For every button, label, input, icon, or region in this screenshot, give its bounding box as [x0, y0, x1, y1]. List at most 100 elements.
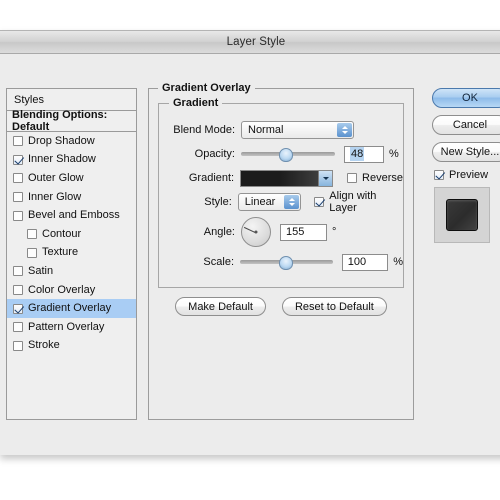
opacity-value: 48	[350, 147, 365, 161]
checkbox-icon[interactable]	[13, 285, 23, 296]
blend-mode-row: Blend Mode: Normal	[159, 118, 403, 142]
effect-row[interactable]: Contour	[7, 225, 136, 244]
opacity-slider-thumb[interactable]	[279, 148, 294, 162]
chevron-updown-icon	[284, 195, 300, 209]
opacity-label: Opacity:	[194, 148, 235, 160]
align-with-layer-checkbox[interactable]: Align with Layer	[314, 190, 403, 214]
scale-value: 100	[347, 256, 367, 268]
blending-options-label: Blending Options: Default	[12, 109, 108, 133]
checkbox-icon[interactable]	[13, 340, 23, 351]
checkbox-icon[interactable]	[13, 192, 23, 203]
opacity-input[interactable]: 48	[344, 145, 384, 163]
gradient-settings-group-title: Gradient	[169, 97, 223, 109]
effect-label: Stroke	[28, 339, 60, 352]
checkbox-icon[interactable]	[27, 229, 37, 240]
checkbox-icon[interactable]	[13, 173, 23, 184]
checkbox-icon[interactable]	[13, 266, 23, 277]
gradient-settings-group: Gradient Blend Mode: Normal Opacity: 48 …	[158, 97, 404, 288]
effect-label: Inner Glow	[28, 190, 82, 203]
effect-row[interactable]: Color Overlay	[7, 281, 136, 300]
effects-list: Drop Shadow Inner Shadow Outer Glow Inner G…	[7, 132, 136, 355]
angle-input[interactable]: 155	[280, 223, 327, 241]
styles-panel: Styles Blending Options: Default Drop Sh…	[6, 88, 137, 420]
cancel-button-label: Cancel	[452, 119, 488, 131]
effect-label: Inner Shadow	[28, 153, 96, 166]
effect-label: Contour	[42, 227, 82, 240]
cancel-button[interactable]: Cancel	[432, 115, 500, 135]
scale-label: Scale:	[203, 256, 234, 268]
chevron-down-icon[interactable]	[319, 170, 333, 186]
gradient-picker[interactable]	[240, 169, 334, 187]
scale-slider-thumb[interactable]	[279, 256, 294, 270]
angle-dial-hub	[254, 230, 258, 234]
new-style-button-label: New Style...	[440, 146, 500, 158]
action-buttons-column: OK Cancel New Style... Preview	[432, 88, 500, 243]
scale-unit: %	[393, 256, 403, 268]
effect-row[interactable]: Drop Shadow	[7, 132, 136, 151]
scale-slider[interactable]	[240, 255, 333, 270]
reverse-checkbox[interactable]: Reverse	[347, 172, 403, 184]
angle-label: Angle:	[203, 226, 235, 238]
preview-thumbnail-shape	[446, 199, 478, 231]
effect-row[interactable]: Stroke	[7, 337, 136, 356]
checkbox-icon[interactable]	[13, 136, 23, 147]
align-with-layer-label: Align with Layer	[329, 190, 377, 214]
blend-mode-value: Normal	[248, 124, 284, 136]
angle-row: Angle: 155 °	[159, 214, 403, 250]
gradient-settings-rows: Blend Mode: Normal Opacity: 48 % Gradien…	[159, 118, 403, 274]
scale-input[interactable]: 100	[341, 253, 389, 271]
ok-button-label: OK	[462, 92, 478, 104]
screenshot-root: Layer Style Styles Blending Options: Def…	[0, 0, 500, 500]
preview-thumbnail	[434, 187, 490, 243]
effect-label: Drop Shadow	[28, 134, 95, 147]
checkbox-icon[interactable]	[27, 247, 37, 258]
gradient-swatch[interactable]	[241, 170, 320, 186]
effect-row[interactable]: Pattern Overlay	[7, 318, 136, 337]
dialog-title: Layer Style	[226, 36, 286, 48]
checkbox-icon	[434, 170, 444, 180]
reverse-label: Reverse	[362, 172, 403, 184]
effect-label: Gradient Overlay	[28, 302, 112, 315]
blend-mode-select[interactable]: Normal	[241, 121, 354, 139]
make-default-label: Make Default	[188, 300, 253, 313]
styles-panel-header[interactable]: Styles	[7, 89, 136, 111]
checkbox-icon	[314, 197, 325, 207]
checkbox-icon[interactable]	[13, 322, 23, 333]
ok-button[interactable]: OK	[432, 88, 500, 108]
checkbox-icon[interactable]	[13, 303, 23, 314]
effect-row[interactable]: Inner Shadow	[7, 151, 136, 170]
gradient-label: Gradient:	[188, 172, 235, 184]
checkbox-icon	[347, 173, 358, 183]
make-default-button[interactable]: Make Default	[175, 297, 266, 316]
new-style-button[interactable]: New Style...	[432, 142, 500, 162]
effect-label: Texture	[42, 246, 79, 259]
angle-unit: °	[332, 226, 337, 238]
effect-row[interactable]: Outer Glow	[7, 169, 136, 188]
opacity-slider[interactable]	[241, 147, 335, 162]
gradient-overlay-group-title: Gradient Overlay	[158, 82, 255, 94]
effect-label: Bevel and Emboss	[28, 209, 120, 222]
style-value: Linear	[244, 196, 276, 208]
reset-to-default-button[interactable]: Reset to Default	[281, 297, 387, 316]
dialog-body: Styles Blending Options: Default Drop Sh…	[0, 54, 500, 456]
blending-options-row[interactable]: Blending Options: Default	[7, 109, 136, 133]
effect-label: Pattern Overlay	[28, 320, 105, 333]
effect-row[interactable]: Satin	[7, 262, 136, 281]
style-row: Style: Linear Align with Layer	[159, 190, 403, 214]
checkbox-icon[interactable]	[13, 154, 23, 165]
checkbox-icon[interactable]	[13, 210, 23, 221]
angle-value: 155	[286, 226, 305, 238]
reset-to-default-label: Reset to Default	[294, 300, 374, 313]
angle-dial[interactable]	[241, 217, 271, 247]
gradient-row: Gradient: Reverse	[159, 166, 403, 190]
effect-label: Outer Glow	[28, 171, 84, 184]
effect-row[interactable]: Inner Glow	[7, 188, 136, 207]
blend-mode-label: Blend Mode:	[173, 124, 235, 136]
effect-row[interactable]: Texture	[7, 244, 136, 263]
effect-row[interactable]: Gradient Overlay	[7, 299, 136, 318]
gradient-overlay-group: Gradient Overlay Gradient Blend Mode: No…	[148, 82, 414, 420]
style-select[interactable]: Linear	[237, 193, 302, 211]
preview-checkbox[interactable]: Preview	[434, 169, 500, 181]
opacity-unit: %	[389, 148, 399, 160]
effect-row[interactable]: Bevel and Emboss	[7, 206, 136, 225]
